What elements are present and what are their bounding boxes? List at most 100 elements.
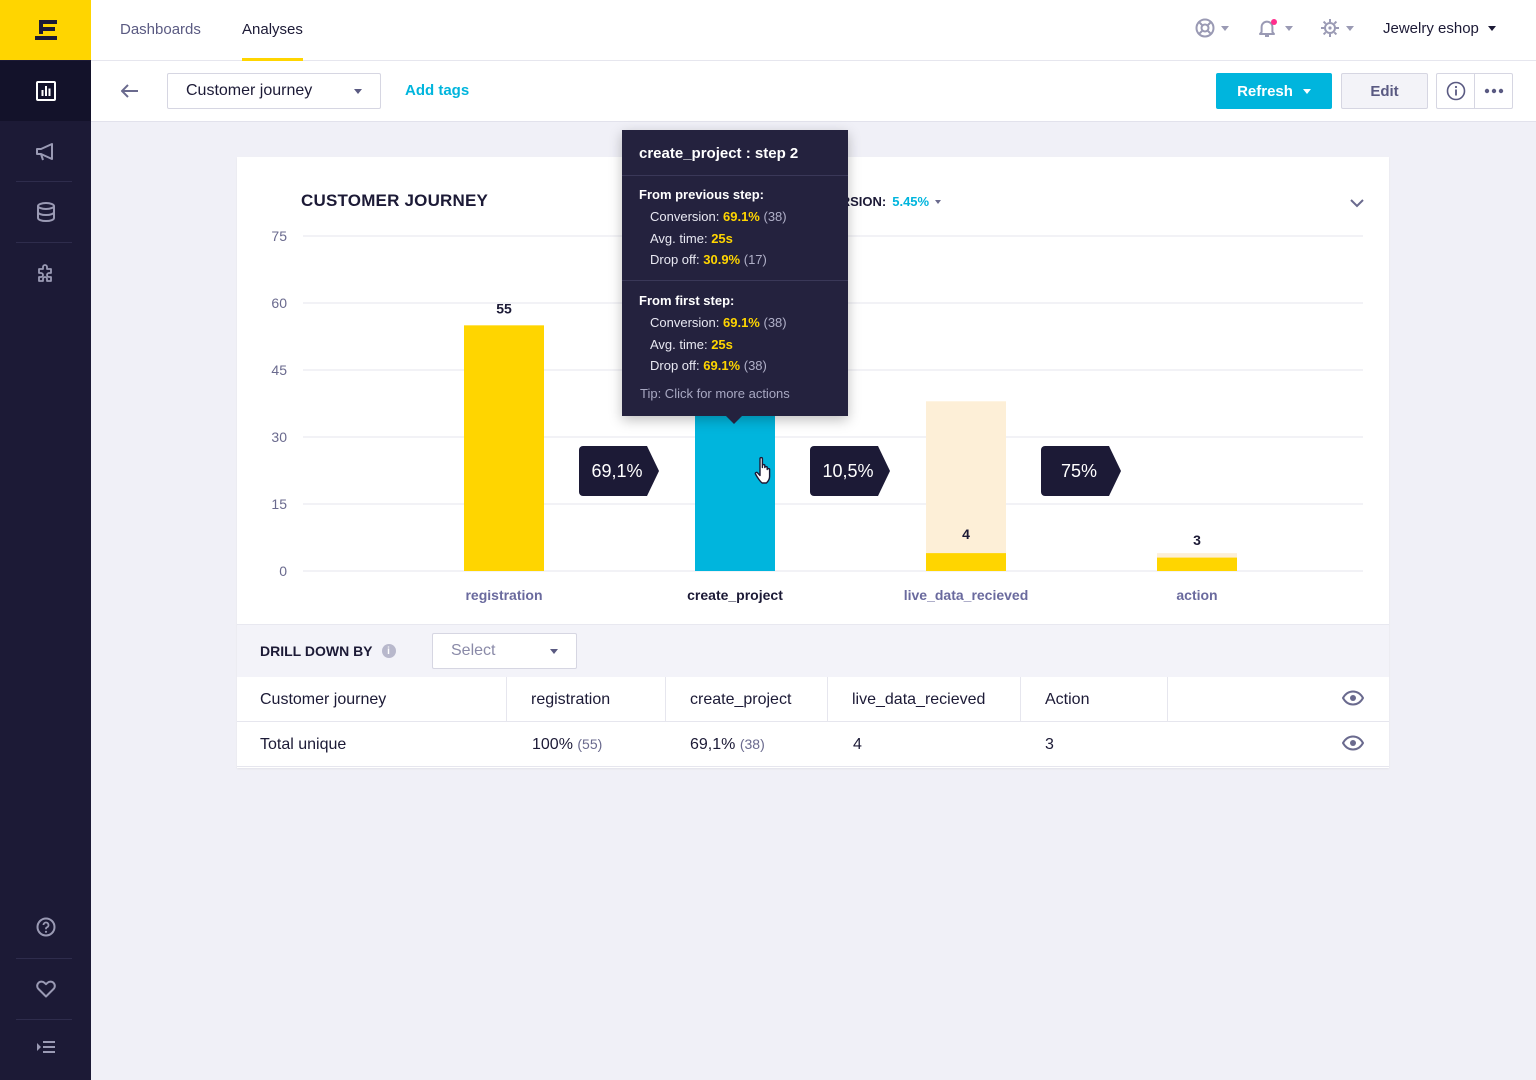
sidebar-item-help[interactable]: [0, 897, 91, 957]
tooltip-value: 69.1%: [703, 358, 741, 373]
settings-menu[interactable]: [1320, 18, 1354, 38]
chevron-down-icon: [1350, 199, 1364, 208]
sidebar-item-data[interactable]: [0, 182, 91, 242]
bar-value-label: 55: [496, 300, 512, 316]
step-conversion-label: 75%: [1061, 461, 1097, 481]
chevron-down-icon: [1285, 25, 1293, 31]
bar: [926, 553, 1006, 571]
refresh-label: Refresh: [1237, 82, 1293, 100]
tooltip-value: 25s: [711, 231, 733, 246]
column-divider: [1020, 677, 1021, 722]
x-tick-label: live_data_recieved: [904, 587, 1029, 603]
database-icon: [36, 202, 55, 222]
y-tick-label: 60: [271, 295, 287, 311]
drill-down-title: DRILL DOWN BY: [260, 643, 373, 659]
tooltip-line: Drop off: 30.9% (17): [650, 252, 767, 267]
collapse-button[interactable]: [1350, 195, 1364, 213]
column-header: live_data_recieved: [852, 691, 986, 708]
step-conversion-badge: 75%: [1041, 446, 1121, 496]
tooltip-section-header: From first step:: [639, 293, 735, 308]
sidebar-item-campaigns[interactable]: [0, 122, 91, 182]
project-switcher[interactable]: Jewelry eshop: [1383, 20, 1496, 37]
column-divider: [506, 677, 507, 722]
x-tick-label: action: [1176, 587, 1217, 603]
cell-value: 3: [1045, 736, 1054, 753]
toolbar-icon-group: [1436, 73, 1513, 109]
tooltip-value: 30.9%: [703, 252, 741, 267]
more-icon: [1484, 88, 1503, 94]
info-icon: [1446, 81, 1465, 101]
tooltip-count: (17): [743, 252, 767, 267]
table-cell: 69,1% (38): [690, 722, 765, 767]
y-tick-label: 30: [271, 429, 287, 445]
sidebar-item-favorites[interactable]: [0, 959, 91, 1019]
tooltip-label: Drop off:: [650, 358, 700, 373]
heart-icon: [35, 980, 56, 998]
previous-step-bar: [926, 401, 1006, 571]
chevron-down-icon: [935, 199, 942, 204]
tooltip-count: (38): [743, 358, 767, 373]
tooltip-label: Avg. time:: [650, 337, 708, 352]
edit-button[interactable]: Edit: [1341, 73, 1428, 109]
y-tick-label: 15: [271, 496, 287, 512]
row-label: Total unique: [260, 736, 347, 753]
tooltip-title: create_project : step 2: [639, 145, 799, 162]
column-divider: [1167, 677, 1168, 722]
logo[interactable]: [0, 0, 91, 60]
chevron-down-icon: [1302, 88, 1311, 94]
support-menu[interactable]: [1195, 18, 1229, 38]
cell-value: 4: [853, 736, 862, 753]
step-tooltip: create_project : step 2 From previous st…: [622, 130, 848, 424]
cell-value: 100%: [532, 736, 573, 753]
eye-icon: [1341, 690, 1365, 706]
toggle-visibility-button[interactable]: [1341, 735, 1365, 756]
back-button[interactable]: [121, 81, 139, 101]
chart-title: CUSTOMER JOURNEY: [301, 191, 489, 210]
sidebar-item-expand[interactable]: [0, 1017, 91, 1077]
bar: [1157, 557, 1237, 571]
analysis-toolbar: Customer journey Add tags Refresh Edit: [91, 61, 1536, 122]
x-tick-label: create_project: [687, 587, 783, 603]
info-icon[interactable]: i: [381, 644, 396, 658]
table-cell: 100% (55): [532, 722, 602, 767]
drill-down-bar: DRILL DOWN BY i Select: [237, 624, 1389, 677]
step-conversion-badge: 10,5%: [810, 446, 890, 496]
chevron-down-icon: [1487, 26, 1496, 31]
drill-down-select[interactable]: Select: [432, 633, 577, 669]
cell-count: (38): [739, 736, 765, 752]
refresh-button[interactable]: Refresh: [1216, 73, 1332, 109]
more-button[interactable]: [1475, 74, 1512, 108]
drill-down-placeholder: Select: [451, 642, 496, 659]
column-divider: [827, 677, 828, 722]
eye-icon: [1341, 735, 1365, 751]
add-tags-link[interactable]: Add tags: [405, 82, 469, 99]
column-header: create_project: [690, 691, 792, 708]
tab-analyses[interactable]: Analyses: [242, 0, 303, 61]
tooltip-divider: [622, 175, 848, 176]
info-button[interactable]: [1437, 74, 1475, 108]
toggle-visibility-button[interactable]: [1341, 690, 1365, 711]
notifications-menu[interactable]: [1257, 18, 1293, 38]
column-header: Customer journey: [260, 691, 387, 708]
tooltip-count: (38): [763, 209, 787, 224]
chevron-down-icon: [354, 88, 362, 94]
table-header-row: Customer journey registration create_pro…: [237, 677, 1389, 722]
collapse-menu-icon: [36, 1041, 55, 1053]
tab-dashboards[interactable]: Dashboards: [120, 0, 201, 61]
bar: [695, 401, 775, 571]
sidebar-item-analyses[interactable]: [0, 61, 91, 121]
gear-icon: [1321, 19, 1339, 37]
puzzle-icon: [37, 264, 52, 282]
column-header: Action: [1045, 691, 1090, 708]
column-divider: [665, 677, 666, 722]
logo-icon: [34, 20, 57, 40]
analysis-select[interactable]: Customer journey: [167, 73, 381, 109]
sidebar: [0, 0, 91, 1080]
tooltip-line: Avg. time: 25s: [650, 337, 733, 352]
sidebar-item-integrations[interactable]: [0, 243, 91, 303]
tooltip-tip: Tip: Click for more actions: [640, 386, 790, 401]
chevron-down-icon: [1346, 25, 1354, 31]
drill-down-label: DRILL DOWN BY i: [260, 643, 396, 659]
bar-chart-icon: [35, 81, 56, 101]
tooltip-label: Drop off:: [650, 252, 700, 267]
